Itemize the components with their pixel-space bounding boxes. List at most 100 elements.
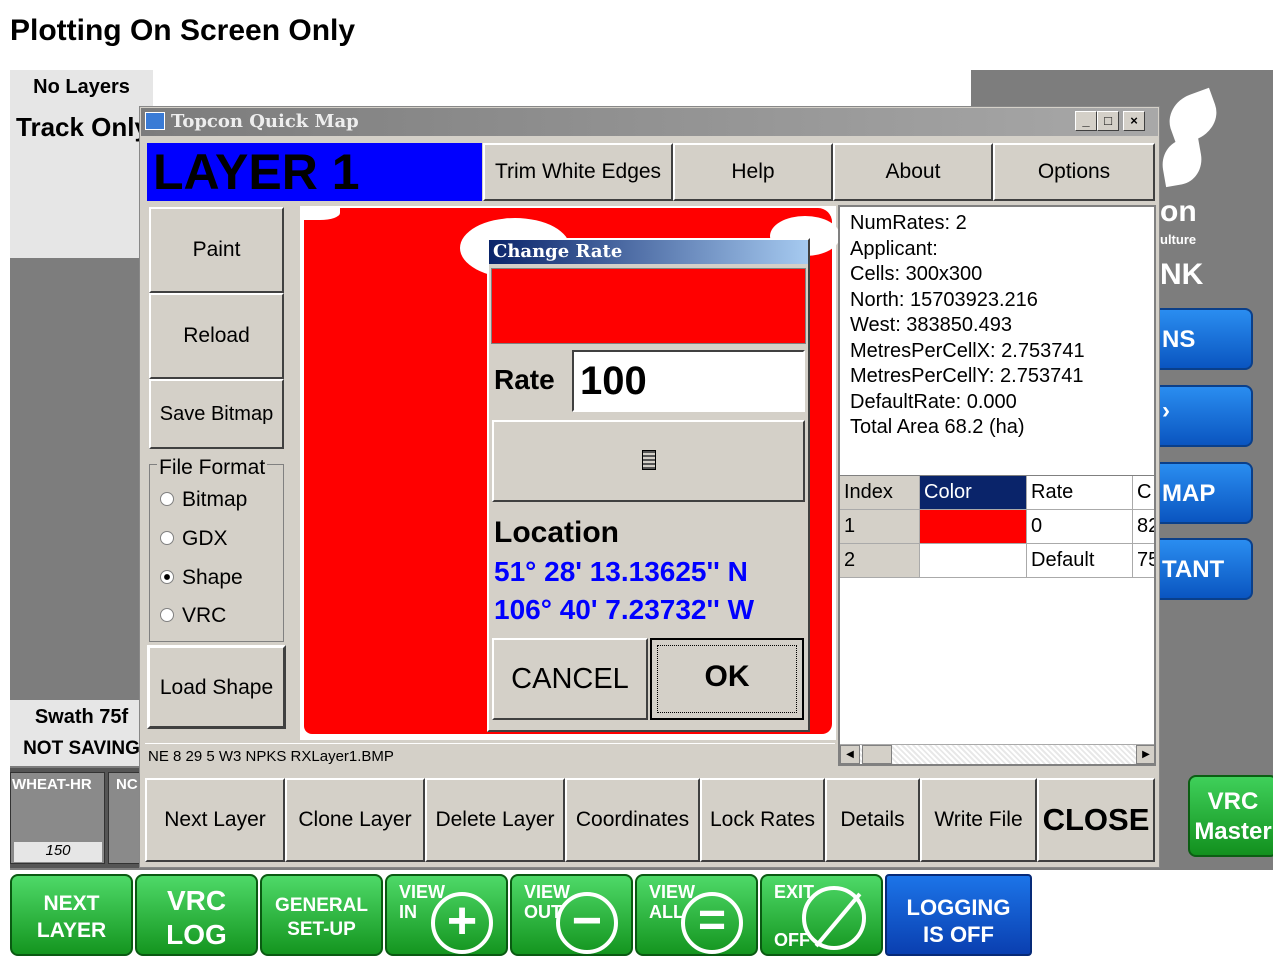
next-layer-button[interactable]: NEXT LAYER [10,874,133,956]
trim-white-edges-button[interactable]: Trim White Edges [483,143,673,201]
info-north: North: 15703923.216 [850,288,1038,311]
crop-value: 150 [14,842,102,862]
view-out-button[interactable]: VIEW OUT − [510,874,633,956]
no-layers-label: No Layers [33,76,130,98]
radio-icon [160,531,174,545]
vrc-master-button[interactable]: VRC Master [1188,775,1273,857]
grid-header-rate: Rate [1027,476,1133,510]
minus-icon: − [556,892,618,954]
write-file-button[interactable]: Write File [920,778,1037,862]
crop-label-2: NC [116,776,138,793]
top-band [153,70,971,106]
horizontal-scrollbar[interactable]: ◀ ▶ [840,744,1154,764]
calculator-icon [642,450,656,470]
dialog-title: Change Rate [489,240,808,264]
table-row-index[interactable]: 1 [840,510,920,544]
close-button[interactable]: CLOSE [1037,778,1155,862]
table-row-c[interactable]: 75 [1133,544,1154,578]
track-only-label: Track Only [16,112,141,142]
logging-button[interactable]: LOGGING IS OFF [885,874,1032,956]
equals-icon: = [681,892,743,954]
table-row-color[interactable] [920,544,1027,578]
table-row-c[interactable]: 82 [1133,510,1154,544]
layer-info-panel: NumRates: 2 Applicant: Cells: 300x300 No… [838,205,1156,477]
radio-vrc[interactable]: VRC [160,604,226,628]
page-title: Plotting On Screen Only [10,14,356,47]
white-notch [300,206,340,220]
scroll-right-icon[interactable]: ▶ [1136,745,1154,764]
right-button-ns[interactable]: NS [1150,308,1253,370]
about-button[interactable]: About [833,143,993,201]
not-saving-label: NOT SAVING [23,738,140,759]
details-button[interactable]: Details [825,778,920,862]
logo-nk: NK [1160,258,1204,291]
calculator-button[interactable] [492,420,805,502]
exit-button[interactable]: EXIT OFF [760,874,883,956]
delete-layer-button[interactable]: Delete Layer [425,778,565,862]
info-west: West: 383850.493 [850,314,1012,336]
view-all-button[interactable]: VIEW ALL = [635,874,758,956]
maximize-button[interactable]: □ [1097,111,1119,131]
grid-header-color: Color [920,476,1027,510]
logo-text: on [1160,195,1197,228]
layer-title: LAYER 1 [147,143,482,201]
reload-button[interactable]: Reload [149,293,284,379]
load-shape-button[interactable]: Load Shape [147,645,286,729]
crop-label: WHEAT-HR [12,776,92,793]
ok-button[interactable]: OK [650,638,804,720]
right-button-2[interactable]: › [1150,385,1253,447]
app-icon [145,112,165,130]
info-applicant: Applicant: [850,237,938,260]
lock-rates-button[interactable]: Lock Rates [700,778,825,862]
radio-bitmap[interactable]: Bitmap [160,488,247,512]
right-button-map[interactable]: MAP [1150,462,1253,524]
radio-shape[interactable]: Shape [160,566,243,590]
paint-button[interactable]: Paint [149,207,284,293]
scroll-left-icon[interactable]: ◀ [840,745,860,764]
rate-label: Rate [494,364,555,395]
rate-color-swatch[interactable] [491,268,806,344]
arrow-icon: › [1162,397,1170,424]
coordinates-button[interactable]: Coordinates [565,778,700,862]
window-title: Topcon Quick Map [171,111,359,132]
next-layer-window-button[interactable]: Next Layer [145,778,285,862]
swath-label: Swath 75f [34,706,129,728]
radio-selected-icon [160,570,174,584]
window-titlebar[interactable]: Topcon Quick Map _ □ × [141,108,1158,136]
rate-grid[interactable]: Index Color Rate C 1 0 82 2 Default 75 ◀… [838,476,1156,766]
info-total-area: Total Area 68.2 (ha) [850,416,1025,438]
save-bitmap-button[interactable]: Save Bitmap [149,379,284,449]
status-bar-filename: NE 8 29 5 W3 NPKS RXLayer1.BMP [145,743,835,769]
rate-input[interactable]: 100 [572,350,805,412]
info-metres-y: MetresPerCellY: 2.753741 [850,365,1084,387]
general-setup-button[interactable]: GENERAL SET-UP [260,874,383,956]
info-cells: Cells: 300x300 [850,263,983,285]
latitude-value: 51° 28' 13.13625'' N [494,556,748,587]
vrc-log-button[interactable]: VRC LOG [135,874,258,956]
radio-icon [160,492,174,506]
options-button[interactable]: Options [993,143,1155,201]
minimize-button[interactable]: _ [1075,111,1097,131]
table-row-color[interactable] [920,510,1027,544]
clone-layer-button[interactable]: Clone Layer [285,778,425,862]
radio-gdx[interactable]: GDX [160,527,228,551]
table-row-rate[interactable]: Default [1027,544,1133,578]
radio-icon [160,608,174,622]
logo-subtext: ulture [1160,232,1197,247]
right-button-tant[interactable]: TANT [1150,538,1253,600]
file-format-label: File Format [157,456,268,480]
info-default-rate: DefaultRate: 0.000 [850,390,1017,413]
help-button[interactable]: Help [673,143,833,201]
grid-header-c: C [1133,476,1154,510]
plus-icon: + [431,892,493,954]
view-in-button[interactable]: VIEW IN + [385,874,508,956]
table-row-rate[interactable]: 0 [1027,510,1133,544]
grid-header-index: Index [840,476,920,510]
info-num-rates: NumRates: 2 [850,212,967,234]
table-row-index[interactable]: 2 [840,544,920,578]
longitude-value: 106° 40' 7.23732'' W [494,594,755,625]
location-label: Location [494,516,619,549]
close-window-button[interactable]: × [1123,111,1145,131]
cancel-button[interactable]: CANCEL [492,638,648,720]
scroll-thumb[interactable] [862,745,892,764]
